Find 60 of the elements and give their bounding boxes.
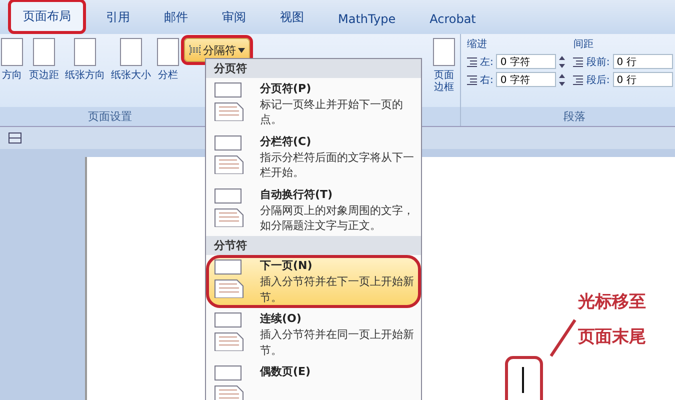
page-icon bbox=[433, 38, 455, 66]
menu-item-description: 插入分节符并在同一页上开始新节。 bbox=[260, 327, 415, 358]
page-break-icon bbox=[189, 44, 201, 56]
spin-field[interactable]: 0 字符 bbox=[496, 72, 556, 87]
menu-item-title: 连续(O) bbox=[260, 311, 302, 326]
field-label: 段后: bbox=[586, 74, 610, 86]
menu-item-description: 分隔网页上的对象周围的文字，如分隔题注文字与正文。 bbox=[260, 202, 415, 234]
menu-item-title: 下一页(N) bbox=[260, 258, 314, 274]
ribbon-button[interactable]: 页边距 bbox=[28, 38, 60, 107]
annotation-text: 光标移至 bbox=[578, 291, 646, 313]
indent-icon bbox=[467, 74, 477, 84]
indent-icon bbox=[573, 74, 584, 84]
menu-item-title: 自动换行符(T) bbox=[260, 186, 334, 202]
ribbon-button[interactable]: 纸张方向 bbox=[64, 38, 106, 107]
spinner-arrows-icon[interactable] bbox=[559, 72, 566, 86]
menu-item[interactable]: 下一页(N) 插入分节符并在下一页上开始新节。 bbox=[206, 255, 421, 308]
spin-field[interactable]: 0 行 bbox=[612, 54, 673, 69]
menu-item[interactable]: 分栏符(C) 指示分栏符后面的文字将从下一栏开始。 bbox=[206, 130, 421, 184]
section-label: 间距 bbox=[573, 38, 594, 51]
group-label: 段落 bbox=[461, 107, 675, 126]
field-label: 右: bbox=[480, 74, 494, 86]
text-cursor bbox=[522, 367, 524, 393]
caret-icon bbox=[238, 48, 245, 52]
page-borders-button[interactable]: 页面边框 bbox=[432, 38, 456, 107]
menu-item-description: 指示分栏符后面的文字将从下一栏开始。 bbox=[260, 150, 415, 181]
page-icon bbox=[1, 38, 23, 66]
ribbon-tab[interactable]: 邮件 bbox=[150, 1, 202, 34]
ribbon-tab[interactable]: MathType bbox=[324, 4, 410, 34]
page-icon bbox=[157, 38, 179, 66]
ribbon-tab[interactable]: 页面布局 bbox=[8, 0, 86, 34]
ribbon-tab[interactable]: Acrobat bbox=[416, 4, 490, 34]
ribbon-button[interactable]: 纸张大小 bbox=[110, 38, 152, 107]
field-label: 段前: bbox=[586, 56, 610, 68]
section-label: 缩进 bbox=[467, 38, 488, 51]
menu-section-header: 分节符 bbox=[206, 236, 421, 256]
menu-section-header: 分页符 bbox=[206, 59, 421, 78]
menu-item[interactable]: 连续(O) 插入分节符并在同一页上开始新节。 bbox=[206, 308, 421, 361]
ribbon-button[interactable]: 分栏 bbox=[156, 38, 180, 107]
ribbon-tab[interactable]: 引用 bbox=[92, 1, 144, 34]
ribbon-tab[interactable]: 视图 bbox=[266, 1, 318, 34]
page-icon bbox=[120, 38, 142, 66]
menu-item-description: 插入分节符并在下一页上开始新节。 bbox=[260, 274, 415, 306]
page-icon bbox=[74, 38, 96, 66]
field-label: 左: bbox=[480, 56, 494, 68]
menu-item[interactable]: 自动换行符(T) 分隔网页上的对象周围的文字，如分隔题注文字与正文。 bbox=[206, 184, 421, 236]
menu-item-title: 分栏符(C) bbox=[260, 134, 312, 149]
ribbon-tab[interactable]: 审阅 bbox=[208, 1, 260, 34]
leader-line bbox=[548, 318, 578, 358]
spinner-arrows-icon[interactable] bbox=[559, 54, 566, 68]
menu-item[interactable]: 偶数页(E) bbox=[206, 360, 421, 400]
tab-stop-icon[interactable] bbox=[8, 132, 22, 144]
indent-icon bbox=[467, 56, 477, 66]
menu-item-title: 分页符(P) bbox=[260, 81, 312, 96]
ribbon-button[interactable]: 方向 bbox=[0, 38, 24, 107]
annotation-text: 页面末尾 bbox=[578, 326, 646, 348]
spin-field[interactable]: 0 字符 bbox=[496, 54, 556, 69]
indent-icon bbox=[573, 56, 584, 66]
spin-field[interactable]: 0 行 bbox=[612, 72, 673, 87]
menu-item-title: 偶数页(E) bbox=[260, 364, 311, 379]
page-icon bbox=[33, 38, 55, 66]
